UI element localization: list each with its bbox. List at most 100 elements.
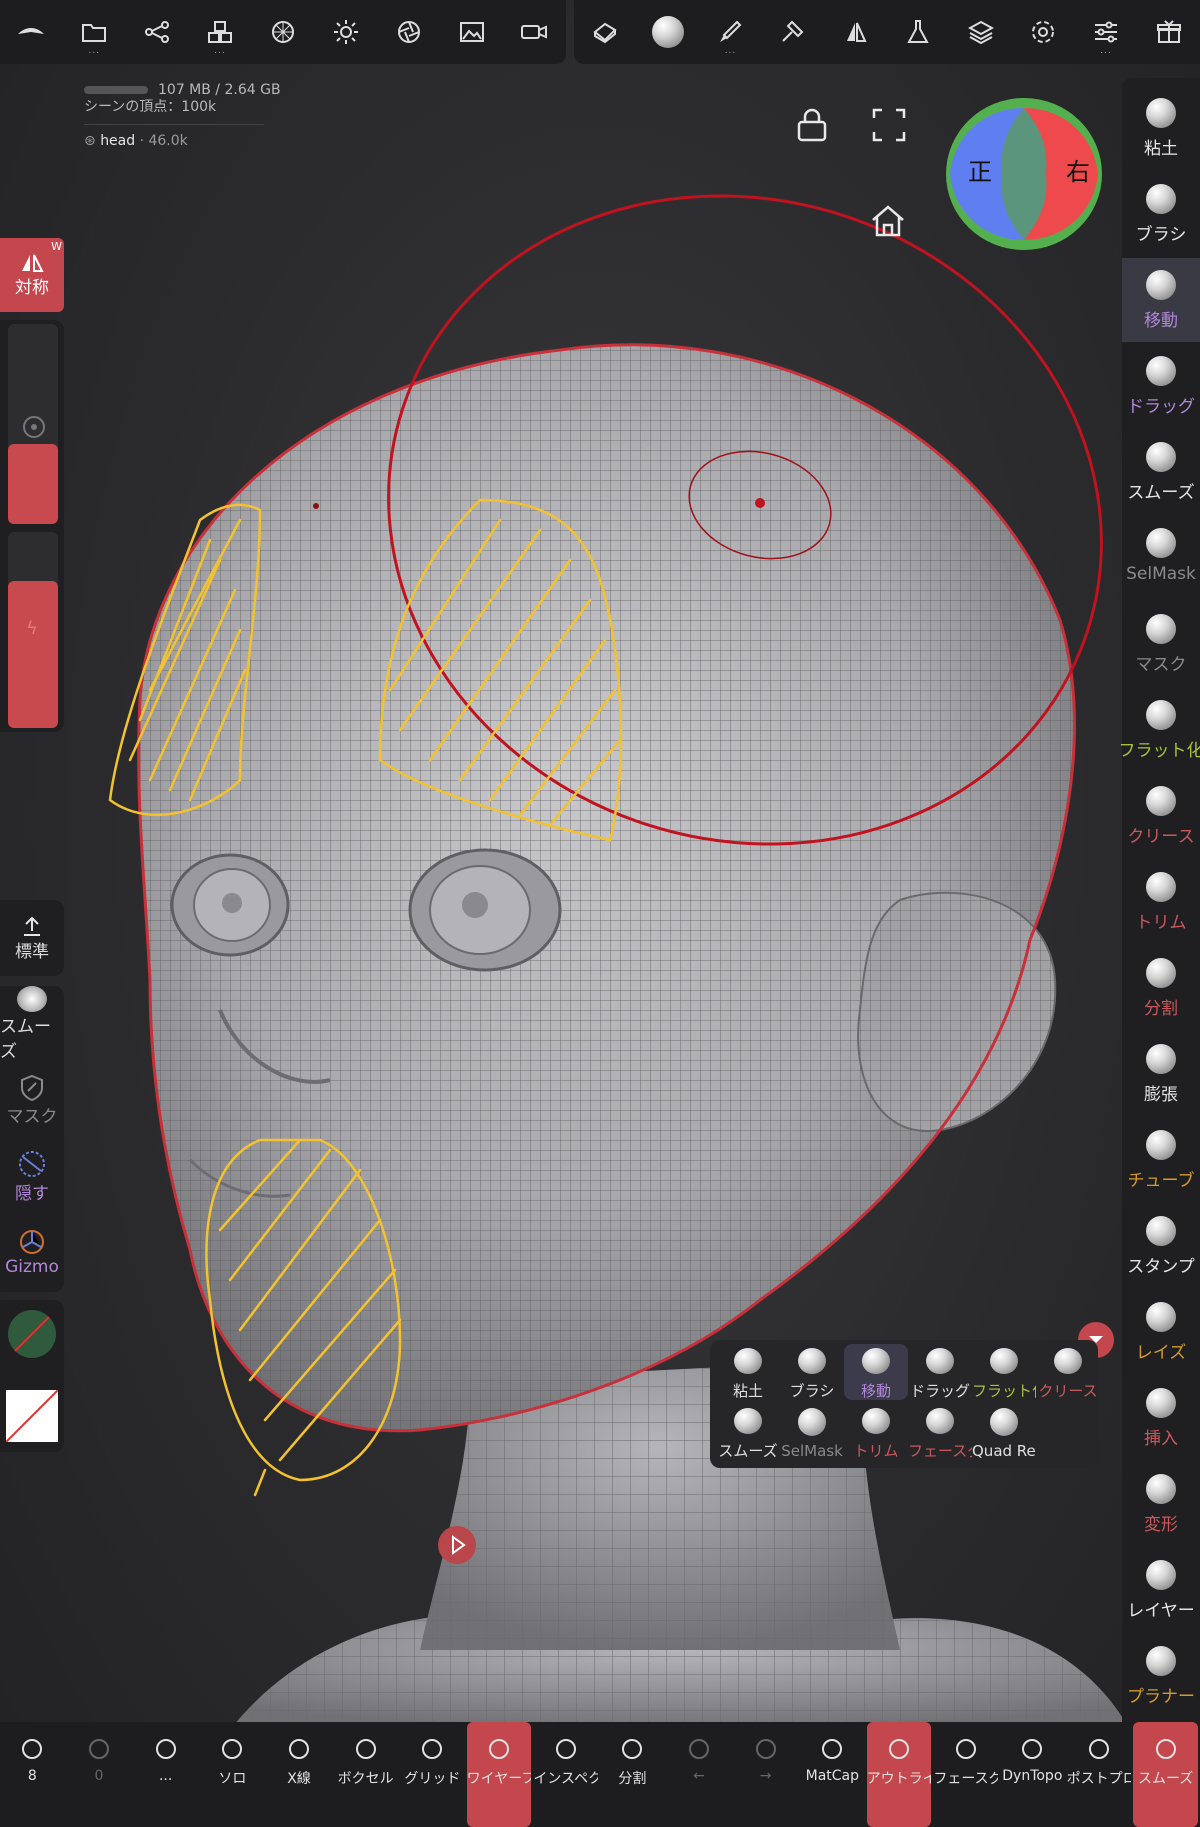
right-tool-9[interactable]: トリム <box>1122 860 1200 944</box>
sphere-mesh-icon[interactable] <box>263 12 303 52</box>
scene-graph-icon[interactable] <box>137 12 177 52</box>
quick-tool-1[interactable]: ブラシ <box>780 1344 844 1400</box>
standard-label: 標準 <box>15 941 49 962</box>
right-tool-14[interactable]: レイズ <box>1122 1290 1200 1374</box>
quick-tool-8[interactable]: トリム <box>844 1404 908 1460</box>
no-material-icon <box>8 1310 56 1358</box>
eraser-cube-icon[interactable] <box>585 12 625 52</box>
frame-icon[interactable] <box>872 108 906 146</box>
right-tool-5[interactable]: SelMask <box>1122 516 1200 600</box>
higher-res-button[interactable]: → <box>733 1722 798 1827</box>
subdivide-button[interactable]: 分割 <box>600 1722 665 1827</box>
quick-tool-7[interactable]: SelMask <box>780 1404 844 1460</box>
mask-tool-button[interactable]: マスク <box>0 1062 64 1138</box>
postprocess-button[interactable]: ポストプロセス <box>1067 1722 1131 1827</box>
tool-sphere-icon <box>1144 698 1178 732</box>
right-tool-label: レイヤー <box>1127 1601 1195 1621</box>
redo-button[interactable]: 0 <box>67 1722 132 1827</box>
document-button[interactable]: ... <box>133 1722 198 1827</box>
gizmo-tool-button[interactable]: Gizmo <box>0 1214 64 1290</box>
home-icon[interactable] <box>870 204 906 242</box>
manta-icon[interactable] <box>11 12 51 52</box>
outline-icon <box>884 1734 914 1764</box>
inspector-button[interactable]: インスペクタ <box>533 1722 598 1827</box>
right-tool-0[interactable]: 粘土 <box>1122 86 1200 170</box>
right-tool-13[interactable]: スタンプ <box>1122 1204 1200 1288</box>
right-tool-2[interactable]: 移動 <box>1122 258 1200 342</box>
symmetry-icon[interactable] <box>836 12 876 52</box>
gizmo-icon <box>20 1230 44 1254</box>
layers-icon[interactable] <box>961 12 1001 52</box>
material-swatch[interactable] <box>8 1310 56 1358</box>
quick-tool-0[interactable]: 粘土 <box>716 1344 780 1400</box>
lower-res-button[interactable]: ← <box>667 1722 732 1827</box>
voxel-button[interactable]: ボクセル <box>333 1722 398 1827</box>
matcap-button[interactable]: MatCap <box>800 1722 865 1827</box>
right-tool-3[interactable]: ドラッグ <box>1122 344 1200 428</box>
bottom-label: フェースグループ <box>933 1771 998 1787</box>
object-row[interactable]: ⊛ head · 46.0k <box>84 133 281 150</box>
xray-button[interactable]: X線 <box>267 1722 332 1827</box>
right-tool-1[interactable]: ブラシ <box>1122 172 1200 256</box>
intensity-slider[interactable]: ϟ <box>8 532 58 728</box>
play-button[interactable] <box>438 1526 476 1564</box>
sculpt-viewport[interactable]: ... ... ... ... 107 MB / 2.64 GB シーンの頂点：… <box>0 0 1200 1827</box>
gizmo-label: Gizmo <box>5 1257 59 1277</box>
vertex-count: シーンの頂点：100k <box>84 99 217 115</box>
matcap-sphere-icon[interactable] <box>648 12 688 52</box>
right-tool-label: トリム <box>1135 913 1187 933</box>
gift-icon[interactable] <box>1149 12 1189 52</box>
standard-button[interactable]: 標準 <box>0 900 64 976</box>
dyntopo-button[interactable]: DynTopo <box>1000 1722 1065 1827</box>
right-tool-label: プラナー <box>1127 1687 1195 1707</box>
right-tool-10[interactable]: 分割 <box>1122 946 1200 1030</box>
object-name: head <box>100 133 136 149</box>
quick-tool-10[interactable]: Quad Remesh... <box>972 1404 1036 1460</box>
orientation-cube[interactable]: 正 右 <box>944 96 1104 252</box>
quick-tool-3[interactable]: ドラッグ <box>908 1344 972 1400</box>
right-tool-label: ドラッグ <box>1127 397 1195 417</box>
quick-tool-icon <box>862 1348 890 1375</box>
right-tool-7[interactable]: フラット化 <box>1119 688 1200 772</box>
folder-icon[interactable]: ... <box>74 12 114 56</box>
aperture-icon[interactable] <box>389 12 429 52</box>
search-button[interactable]: ソロ <box>200 1722 265 1827</box>
image-icon[interactable] <box>452 12 492 52</box>
right-tool-18[interactable]: プラナー <box>1122 1634 1200 1718</box>
smooth-shade-button[interactable]: スムーズ <box>1133 1722 1198 1827</box>
quick-tool-6[interactable]: スムーズ <box>716 1404 780 1460</box>
bottom-label: → <box>759 1768 772 1784</box>
symmetry-toggle[interactable]: 対称 W <box>0 238 64 312</box>
right-tool-17[interactable]: レイヤー <box>1122 1548 1200 1632</box>
outline-button[interactable]: アウトライン <box>866 1722 932 1827</box>
settings-icon[interactable] <box>1023 12 1063 52</box>
hide-tool-button[interactable]: 隠す <box>0 1138 64 1214</box>
right-tool-12[interactable]: チューブ <box>1122 1118 1200 1202</box>
right-tool-11[interactable]: 膨張 <box>1122 1032 1200 1116</box>
camera-icon[interactable] <box>514 12 554 52</box>
quick-tool-5[interactable]: クリース <box>1036 1344 1100 1400</box>
facegroup-button[interactable]: フェースグループ <box>933 1722 998 1827</box>
right-tool-15[interactable]: 挿入 <box>1122 1376 1200 1460</box>
right-tool-4[interactable]: スムーズ <box>1122 430 1200 514</box>
quick-tool-9[interactable]: フェースグループ <box>908 1404 972 1460</box>
smooth-tool-button[interactable]: スムーズ <box>0 986 64 1062</box>
wireframe-button[interactable]: ワイヤーフレーム <box>466 1722 532 1827</box>
right-tool-6[interactable]: マスク <box>1122 602 1200 686</box>
quick-tool-4[interactable]: フラット化 <box>972 1344 1036 1400</box>
aperture-small-icon: ⊛ <box>84 133 96 149</box>
right-tool-16[interactable]: 変形 <box>1122 1462 1200 1546</box>
right-tool-8[interactable]: クリース <box>1122 774 1200 858</box>
sliders-icon[interactable]: ... <box>1086 12 1126 56</box>
cubes-icon[interactable]: ... <box>200 12 240 56</box>
sun-icon[interactable] <box>326 12 366 52</box>
flask-icon[interactable] <box>898 12 938 52</box>
undo-button[interactable]: 8 <box>0 1722 65 1827</box>
grid-button[interactable]: グリッド <box>400 1722 465 1827</box>
radius-slider[interactable] <box>8 324 58 524</box>
hammer-icon[interactable] <box>773 12 813 52</box>
lock-icon[interactable] <box>796 108 828 146</box>
paint-brush-icon[interactable]: ... <box>710 12 750 56</box>
quick-tool-2[interactable]: 移動 <box>844 1344 908 1400</box>
color-swatch[interactable] <box>5 1389 59 1443</box>
